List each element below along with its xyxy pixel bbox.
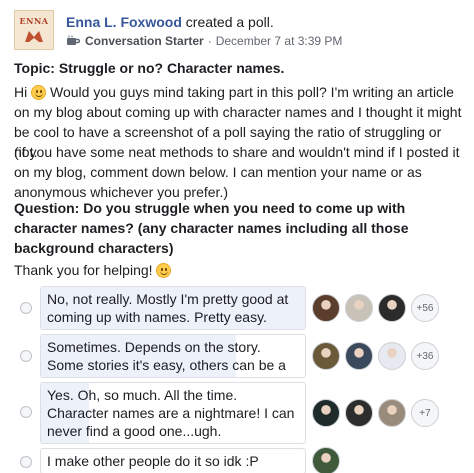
post-timestamp-link[interactable]: December 7 at 3:39 PM: [216, 34, 343, 48]
poll-option-radio[interactable]: [20, 406, 32, 418]
voter-avatar[interactable]: [378, 342, 406, 370]
thanks-text: Thank you for helping!: [14, 262, 153, 278]
poll-option-box[interactable]: I make other people do it so idk :P: [40, 448, 306, 473]
voter-avatars: +36: [312, 340, 439, 372]
smiley-emoji-icon: [31, 85, 47, 100]
more-voters-button[interactable]: +56: [411, 294, 439, 322]
poll-option-label: Sometimes. Depends on the story. Some st…: [47, 339, 286, 377]
voter-avatar[interactable]: [312, 447, 340, 473]
poll-option-radio[interactable]: [20, 350, 32, 362]
fox-logo-icon: [25, 31, 43, 42]
poll-option-radio[interactable]: [20, 302, 32, 314]
voter-avatar[interactable]: [345, 342, 373, 370]
topic-tag-link[interactable]: Conversation Starter: [85, 34, 204, 48]
smiley-emoji-icon: [156, 263, 172, 278]
post-header: ENNA Enna L. Foxwood created a poll. Con…: [14, 6, 464, 54]
voter-avatar[interactable]: [345, 399, 373, 427]
poll-option-box[interactable]: No, not really. Mostly I'm pretty good a…: [40, 286, 306, 330]
voter-avatars: +7: [312, 397, 439, 429]
author-name-link[interactable]: Enna L. Foxwood: [66, 14, 182, 30]
author-line: Enna L. Foxwood created a poll.: [66, 14, 274, 30]
poll-question: Question: Do you struggle when you need …: [14, 200, 409, 256]
post-meta: Conversation Starter · December 7 at 3:3…: [66, 34, 342, 48]
poll-option-box[interactable]: Yes. Oh, so much. All the time. Characte…: [40, 382, 306, 444]
poll-post: ENNA Enna L. Foxwood created a poll. Con…: [0, 0, 474, 473]
post-topic: Topic: Struggle or no? Character names.: [14, 60, 285, 76]
greeting-text: Hi: [14, 84, 28, 100]
voter-avatar[interactable]: [378, 294, 406, 322]
voter-avatar[interactable]: [312, 342, 340, 370]
more-voters-button[interactable]: +36: [411, 342, 439, 370]
voter-avatar[interactable]: [312, 294, 340, 322]
poll-option-label: Yes. Oh, so much. All the time. Characte…: [47, 387, 295, 439]
thanks-line: Thank you for helping!: [14, 260, 172, 280]
more-voters-button[interactable]: +7: [411, 399, 439, 427]
voter-avatar[interactable]: [378, 399, 406, 427]
post-action-text: created a poll.: [185, 14, 274, 30]
voter-avatars: +56: [312, 292, 439, 324]
post-paragraph-2: (if you have some neat methods to share …: [14, 144, 460, 200]
avatar-logo-text: ENNA: [19, 16, 49, 26]
voter-avatars: [312, 445, 345, 473]
poll-option-label: I make other people do it so idk :P: [47, 453, 259, 469]
poll-option-radio[interactable]: [20, 456, 32, 468]
author-avatar[interactable]: ENNA: [14, 10, 54, 50]
voter-avatar[interactable]: [345, 294, 373, 322]
coffee-cup-icon: [67, 35, 80, 45]
poll-option-box[interactable]: Sometimes. Depends on the story. Some st…: [40, 334, 306, 378]
meta-separator: ·: [207, 34, 212, 48]
voter-avatar[interactable]: [312, 399, 340, 427]
